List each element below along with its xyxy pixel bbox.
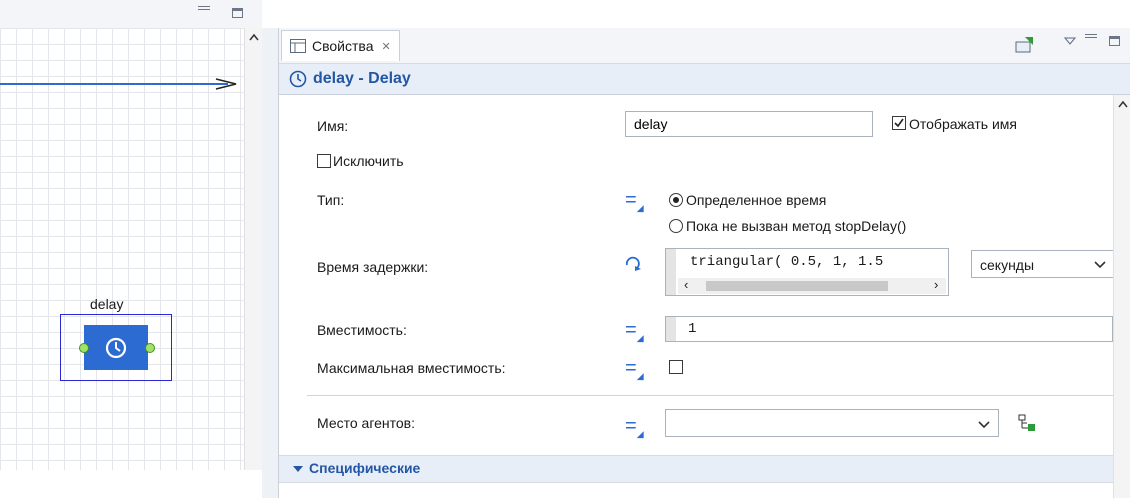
minimize-icon[interactable]	[1085, 34, 1097, 38]
clock-icon	[105, 337, 127, 359]
scroll-thumb[interactable]	[706, 281, 888, 291]
editor-hscrollbar[interactable]: ‹ ›	[678, 277, 946, 294]
close-icon[interactable]: ✕	[381, 40, 390, 53]
name-input[interactable]	[625, 111, 873, 137]
type-label: Тип:	[317, 192, 345, 208]
tab-label: Свойства	[312, 38, 374, 54]
panel-splitter[interactable]	[262, 28, 278, 498]
canvas-scrollbar[interactable]	[244, 28, 262, 470]
agent-location-select[interactable]	[665, 409, 999, 437]
capacity-label: Вместимость:	[317, 322, 407, 338]
delay-time-code: triangular( 0.5, 1, 1.5	[690, 254, 884, 270]
minimize-icon[interactable]	[198, 6, 210, 10]
checkmark-icon	[894, 118, 904, 128]
maximize-icon[interactable]	[1109, 36, 1120, 46]
block-label: delay	[90, 296, 124, 312]
editor-gutter	[666, 317, 676, 341]
exclude-checkbox[interactable]	[317, 154, 331, 168]
new-window-icon[interactable]	[1015, 36, 1035, 54]
view-menu-icon[interactable]	[1064, 36, 1076, 46]
properties-tab-icon	[290, 39, 306, 53]
equals-icon[interactable]: =◢	[625, 358, 644, 383]
left-panel-header	[0, 0, 262, 29]
agent-location-label: Место агентов:	[317, 415, 416, 431]
section-collapse-icon	[293, 466, 303, 472]
show-name-label: Отображать имя	[909, 116, 1017, 132]
properties-scrollbar[interactable]	[1113, 95, 1130, 498]
equals-icon[interactable]: =◢	[625, 190, 644, 215]
type-radio-fixed[interactable]	[669, 193, 683, 207]
delay-time-editor[interactable]: triangular( 0.5, 1, 1.5 ‹ ›	[665, 248, 949, 296]
maximize-icon[interactable]	[232, 8, 243, 18]
max-capacity-checkbox[interactable]	[669, 360, 683, 374]
page-title: delay - Delay	[313, 70, 411, 87]
equals-icon[interactable]: =◢	[625, 320, 644, 345]
tab-bar: Свойства ✕	[279, 28, 1130, 64]
capacity-value: 1	[688, 321, 697, 337]
type-radio-until-stop[interactable]	[669, 219, 683, 233]
chevron-down-icon	[1094, 261, 1106, 269]
show-name-checkbox[interactable]	[892, 116, 906, 130]
agent-location-icon[interactable]	[1017, 413, 1037, 433]
scroll-right-icon[interactable]: ›	[934, 277, 938, 292]
equals-icon[interactable]: =◢	[625, 416, 644, 441]
scroll-up-icon[interactable]	[1117, 99, 1129, 109]
output-port[interactable]	[145, 343, 155, 353]
arrow-head-icon	[215, 78, 237, 90]
input-port[interactable]	[79, 343, 89, 353]
editor-gutter	[666, 249, 676, 295]
capacity-input[interactable]: 1	[665, 316, 1113, 342]
name-label: Имя:	[317, 118, 349, 134]
scroll-left-icon[interactable]: ‹	[684, 277, 688, 292]
delay-time-label: Время задержки:	[317, 259, 429, 275]
scroll-up-icon[interactable]	[248, 32, 260, 42]
tab-properties[interactable]: Свойства ✕	[281, 30, 400, 61]
properties-panel: Свойства ✕ delay - Delay Имя: Отображать…	[278, 28, 1130, 498]
chevron-down-icon	[978, 421, 990, 429]
connector-line[interactable]	[0, 83, 228, 85]
reload-icon[interactable]	[623, 255, 645, 273]
type-option-fixed: Определенное время	[686, 192, 827, 208]
max-capacity-label: Максимальная вместимость:	[317, 360, 506, 376]
properties-title-bar: delay - Delay	[279, 64, 1130, 95]
section-specific[interactable]: Специфические	[279, 455, 1113, 483]
delay-unit-select[interactable]: секунды	[971, 250, 1115, 278]
delay-unit-value: секунды	[980, 257, 1035, 273]
properties-form: Имя: Отображать имя Исключить Тип: =◢ Оп…	[279, 95, 1115, 498]
type-option-until-stop: Пока не вызван метод stopDelay()	[686, 218, 907, 234]
exclude-label: Исключить	[333, 153, 404, 169]
canvas-panel: delay	[0, 28, 262, 498]
section-title: Специфические	[309, 460, 421, 476]
delay-block[interactable]	[60, 314, 172, 381]
divider	[307, 395, 1113, 396]
clock-icon	[289, 70, 307, 88]
model-canvas[interactable]: delay	[0, 28, 244, 470]
